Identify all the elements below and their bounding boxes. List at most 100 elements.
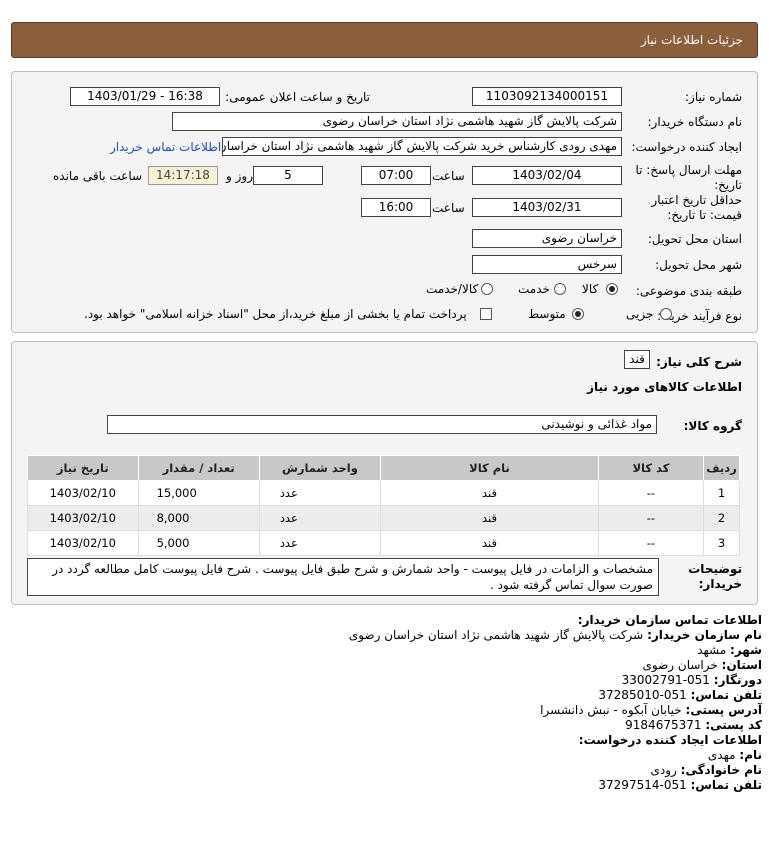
col-name: نام کالا — [380, 455, 599, 481]
cell-code: -- — [597, 505, 705, 531]
announce-label: تاریخ و ساعت اعلان عمومی: — [225, 90, 370, 104]
phone-label: تلفن تماس: — [690, 688, 762, 702]
phone-value: 051-37285010 — [598, 688, 687, 702]
cell-row: 1 — [703, 480, 740, 506]
goods-group-label: گروه کالا: — [683, 419, 742, 433]
col-row: ردیف — [703, 455, 740, 481]
cell-row: 3 — [703, 530, 740, 556]
family-value: رودی — [650, 763, 677, 777]
buyer-field[interactable]: شرکت پالایش گاز شهید هاشمی نژاد استان خر… — [172, 112, 622, 131]
city-field[interactable]: سرخس — [472, 255, 622, 274]
goods-title: اطلاعات کالاهای مورد نیاز — [587, 380, 742, 394]
category-label: طبقه بندی موضوعی: — [635, 284, 742, 298]
category-option-goods: کالا — [582, 282, 599, 296]
cell-name: قند — [380, 530, 599, 556]
deadline-label-line1: مهلت ارسال پاسخ: تا — [635, 163, 742, 177]
page-title: جزئیات اطلاعات نیاز — [640, 33, 743, 47]
deadline-label: مهلت ارسال پاسخ: تا تاریخ: — [635, 163, 742, 193]
process-radio-minor[interactable] — [660, 308, 672, 320]
validity-label: حداقل تاریخ اعتبار قیمت: تا تاریخ: — [651, 193, 742, 223]
validity-time-label: ساعت — [432, 201, 465, 215]
creator-phone-label: تلفن تماس: — [690, 778, 762, 792]
address-value: خیابان آبکوه - نبش دانشسرا — [540, 703, 682, 717]
deadline-label-line2: تاریخ: — [714, 178, 742, 192]
cell-name: قند — [380, 480, 599, 506]
creator-field[interactable]: مهدی رودی کارشناس خرید شرکت پالایش گاز ش… — [222, 137, 622, 156]
contact-city-value: مشهد — [697, 643, 727, 657]
remaining-time-field: 14:17:18 — [148, 166, 218, 185]
process-option-medium: متوسط — [528, 307, 566, 321]
notes-label: توضیحات خریدار: — [688, 562, 742, 592]
cell-qty: 8,000 — [137, 505, 260, 531]
notes-label-line1: توضیحات — [688, 562, 742, 576]
cell-unit: عدد — [258, 530, 382, 556]
page-header: جزئیات اطلاعات نیاز — [11, 22, 758, 58]
creator-phone-value: 051-37297514 — [598, 778, 687, 792]
notes-label-line2: خریدار: — [698, 577, 742, 591]
days-field[interactable]: 5 — [253, 166, 323, 185]
table-row: 2 -- قند عدد 8,000 1403/02/10 — [27, 505, 740, 531]
process-radio-medium[interactable] — [572, 308, 584, 320]
deadline-time-field[interactable]: 07:00 — [361, 166, 431, 185]
fax-value: 051-33002791 — [621, 673, 710, 687]
goods-table-header: ردیف کد کالا نام کالا واحد شمارش تعداد /… — [27, 455, 740, 481]
col-unit: واحد شمارش — [258, 455, 382, 481]
buyer-contact-link[interactable]: اطلاعات تماس خریدار — [110, 140, 221, 154]
cell-date: 1403/02/10 — [27, 480, 139, 506]
cell-code: -- — [597, 480, 705, 506]
postal-value: 9184675371 — [625, 718, 702, 732]
buyer-label: نام دستگاه خریدار: — [647, 115, 743, 129]
contact-city-label: شهر: — [730, 643, 762, 657]
announce-field[interactable]: 1403/01/29 - 16:38 — [70, 87, 220, 106]
col-date: تاریخ نیاز — [27, 455, 139, 481]
deadline-date-field[interactable]: 1403/02/04 — [472, 166, 622, 185]
validity-date-field[interactable]: 1403/02/31 — [472, 198, 622, 217]
contact-province-label: استان: — [721, 658, 762, 672]
province-field[interactable]: خراسان رضوی — [472, 229, 622, 248]
remaining-label: ساعت باقی مانده — [53, 169, 143, 183]
validity-label-line2: قیمت: تا تاریخ: — [667, 208, 742, 222]
days-label: روز و — [226, 169, 253, 183]
notes-field: مشخصات و الزامات در فایل پیوست - واحد شم… — [27, 558, 659, 596]
goods-table: ردیف کد کالا نام کالا واحد شمارش تعداد /… — [27, 455, 740, 556]
category-radio-goods[interactable] — [606, 283, 618, 295]
contact-province-value: خراسان رضوی — [642, 658, 718, 672]
org-value: شرکت پالایش گاز شهید هاشمی نژاد استان خر… — [348, 628, 644, 642]
category-option-both: کالا/خدمت — [426, 282, 479, 296]
creator-info-title: اطلاعات ایجاد کننده درخواست: — [578, 733, 762, 747]
cell-row: 2 — [703, 505, 740, 531]
family-label: نام خانوادگی: — [680, 763, 762, 777]
goods-group-field: مواد غذائی و نوشیدنی — [107, 415, 657, 434]
validity-time-field[interactable]: 16:00 — [361, 198, 431, 217]
category-option-service: خدمت — [518, 282, 550, 296]
name-value: مهدی — [707, 748, 736, 762]
need-number-field[interactable]: 1103092134000151 — [472, 87, 622, 106]
description-label: شرح کلی نیاز: — [656, 355, 742, 369]
cell-qty: 5,000 — [137, 530, 260, 556]
city-label: شهر محل تحویل: — [655, 258, 742, 272]
validity-label-line1: حداقل تاریخ اعتبار — [651, 193, 742, 207]
cell-code: -- — [597, 530, 705, 556]
process-option-minor: جزیی — [626, 307, 654, 321]
postal-label: کد پستی: — [705, 718, 762, 732]
table-row: 1 -- قند عدد 15,000 1403/02/10 — [27, 480, 740, 506]
name-label: نام: — [739, 748, 762, 762]
table-row: 3 -- قند عدد 5,000 1403/02/10 — [27, 530, 740, 556]
cell-name: قند — [380, 505, 599, 531]
province-label: استان محل تحویل: — [647, 232, 742, 246]
fax-label: دورنگار: — [713, 673, 762, 687]
treasury-payment-checkbox[interactable] — [480, 308, 492, 320]
description-field: قند — [624, 350, 650, 369]
cell-date: 1403/02/10 — [27, 530, 139, 556]
cell-unit: عدد — [258, 480, 382, 506]
contact-info: اطلاعات تماس سازمان خریدار: نام سازمان خ… — [349, 613, 762, 793]
category-radio-service[interactable] — [554, 283, 566, 295]
creator-label: ایجاد کننده درخواست: — [631, 140, 742, 154]
col-qty: تعداد / مقدار — [137, 455, 260, 481]
address-label: آدرس پستی: — [685, 703, 762, 717]
cell-date: 1403/02/10 — [27, 505, 139, 531]
treasury-payment-note: پرداخت تمام یا بخشی از مبلغ خرید،از محل … — [84, 307, 467, 321]
need-number-label: شماره نیاز: — [685, 90, 742, 104]
category-radio-both[interactable] — [481, 283, 493, 295]
deadline-time-label: ساعت — [432, 169, 465, 183]
